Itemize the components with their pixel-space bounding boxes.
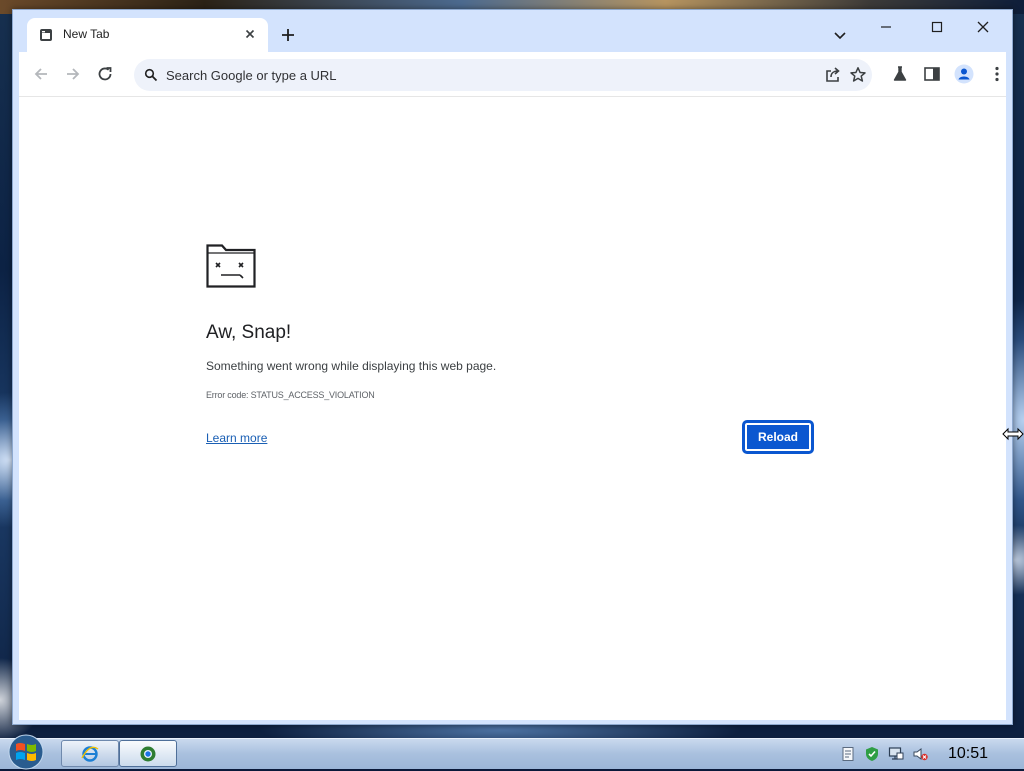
error-title: Aw, Snap! (206, 322, 292, 343)
new-tab-plus-icon[interactable] (278, 25, 298, 45)
omnibox[interactable] (134, 59, 872, 91)
windows-start-icon[interactable] (4, 733, 48, 771)
internet-explorer-icon (81, 746, 99, 762)
close-tab-icon[interactable] (242, 26, 258, 42)
tab-new-tab[interactable]: New Tab (27, 18, 268, 52)
security-shield-icon[interactable] (864, 746, 880, 762)
sad-tab-icon (206, 244, 256, 288)
taskbar: 10:51 (0, 734, 1024, 770)
page-content: Aw, Snap! Something went wrong while dis… (19, 96, 1006, 720)
new-tab-page-icon (40, 29, 52, 41)
title-bar: New Tab (13, 10, 1012, 52)
taskbar-internet-explorer[interactable] (61, 740, 119, 767)
browser-toolbar (19, 52, 1006, 96)
document-tray-icon[interactable] (840, 746, 856, 762)
system-clock[interactable]: 10:51 (948, 745, 988, 763)
browser-window: New Tab Search Google or type a URL Aw, … (12, 9, 1013, 725)
tab-search-chevron-down-icon[interactable] (830, 25, 850, 45)
learn-more-link[interactable]: Learn more (206, 431, 267, 445)
chrome-icon (140, 746, 156, 762)
reload-button[interactable]: Reload (743, 421, 813, 453)
more-menu-icon[interactable] (987, 64, 1007, 84)
resize-cursor-icon (1002, 427, 1024, 441)
tab-title: New Tab (63, 27, 110, 41)
network-icon[interactable] (888, 746, 904, 762)
error-message: Something went wrong while displaying th… (206, 359, 497, 373)
labs-flask-icon[interactable] (890, 64, 910, 84)
profile-avatar-icon[interactable] (954, 64, 974, 84)
close-window-icon[interactable] (971, 18, 995, 36)
forward-arrow-icon[interactable] (63, 64, 83, 84)
address-input[interactable] (166, 66, 806, 84)
side-panel-icon[interactable] (922, 64, 942, 84)
search-icon (144, 68, 158, 82)
bookmark-star-icon[interactable] (848, 65, 868, 85)
share-icon[interactable] (823, 65, 843, 85)
error-code: Error code: STATUS_ACCESS_VIOLATION (206, 390, 375, 400)
taskbar-chrome[interactable] (119, 740, 177, 767)
minimize-icon[interactable] (874, 18, 898, 36)
volume-muted-icon[interactable] (912, 746, 928, 762)
reload-icon[interactable] (95, 64, 115, 84)
back-arrow-icon[interactable] (31, 64, 51, 84)
maximize-icon[interactable] (925, 18, 949, 36)
